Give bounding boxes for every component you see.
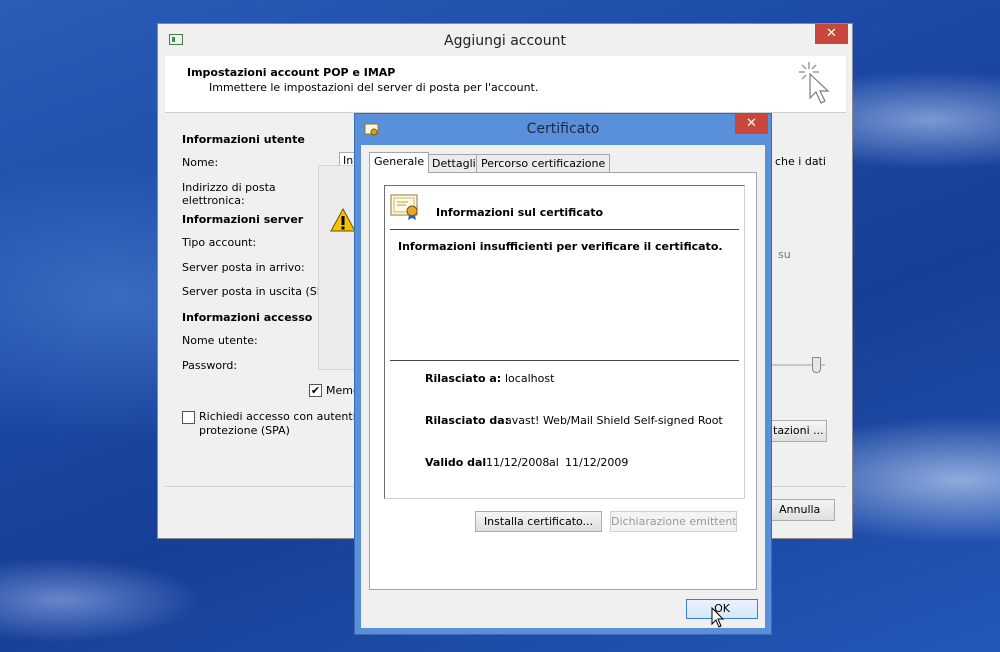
- certificate-dialog: Certificato ✕ Generale Dettagli Percorso…: [354, 113, 772, 635]
- close-button[interactable]: ✕: [815, 24, 848, 44]
- certificate-icon: [390, 194, 418, 220]
- warning-text: Informazioni insufficienti per verificar…: [398, 240, 723, 253]
- outgoing-server-label: Server posta in uscita (SMT: [182, 285, 319, 298]
- certificate-info-box: Informazioni sul certificato Informazion…: [384, 185, 745, 499]
- username-label: Nome utente:: [182, 334, 258, 347]
- background-panel: [318, 165, 355, 370]
- incoming-server-label: Server posta in arrivo:: [182, 261, 305, 274]
- mouse-cursor-icon: [711, 607, 725, 628]
- issued-by-label: Rilasciato da:: [425, 414, 510, 427]
- more-settings-button[interactable]: tazioni ...: [770, 420, 827, 442]
- tab-generale[interactable]: Generale: [369, 152, 430, 173]
- tab-percorso-certificazione[interactable]: Percorso certificazione: [476, 154, 611, 173]
- header-title: Impostazioni account POP e IMAP: [187, 66, 396, 79]
- warning-icon: [330, 207, 356, 232]
- valid-from: 11/12/2008: [486, 456, 550, 469]
- info-divider-bottom: [390, 360, 739, 361]
- account-type-label: Tipo account:: [182, 236, 257, 249]
- cancel-button[interactable]: Annulla: [770, 499, 835, 521]
- section-server-info: Informazioni server: [182, 213, 304, 226]
- spa-label-line1: Richiedi accesso con autentica: [199, 410, 369, 423]
- spa-label-line2: protezione (SPA): [199, 424, 290, 437]
- header-panel: Impostazioni account POP e IMAP Immetter…: [165, 56, 846, 113]
- issuer-statement-button[interactable]: Dichiarazione emittente: [610, 511, 737, 532]
- tab-dettagli[interactable]: Dettagli: [427, 154, 481, 173]
- valid-al: al: [549, 456, 559, 469]
- right-description-text: che i dati: [775, 155, 826, 168]
- right-hint-text: su: [778, 248, 791, 261]
- issued-by-value: avast! Web/Mail Shield Self-signed Root: [505, 414, 723, 427]
- issued-to-value: localhost: [505, 372, 555, 385]
- section-access-info: Informazioni accesso: [182, 311, 313, 324]
- certificate-title: Certificato: [526, 121, 600, 137]
- email-label: Indirizzo di posta elettronica:: [182, 181, 276, 207]
- certificate-body: Generale Dettagli Percorso certificazion…: [361, 145, 765, 628]
- info-divider-top: [390, 229, 739, 230]
- slider-thumb[interactable]: [812, 357, 821, 373]
- spa-checkbox[interactable]: [182, 411, 195, 424]
- window-title: Aggiungi account: [444, 33, 566, 49]
- certificate-close-button[interactable]: ✕: [735, 114, 768, 134]
- general-tab-panel: Informazioni sul certificato Informazion…: [369, 172, 757, 590]
- remember-password-checkbox[interactable]: ✔: [309, 384, 322, 397]
- header-subtitle: Immettere le impostazioni del server di …: [209, 81, 539, 94]
- name-label: Nome:: [182, 156, 219, 169]
- password-label: Password:: [182, 359, 238, 372]
- section-user-info: Informazioni utente: [182, 133, 305, 146]
- valid-to: 11/12/2009: [565, 456, 629, 469]
- install-certificate-button[interactable]: Installa certificato...: [475, 511, 602, 532]
- info-title: Informazioni sul certificato: [436, 206, 604, 219]
- issued-to-label: Rilasciato a:: [425, 372, 502, 385]
- valid-label: Valido dal: [425, 456, 487, 469]
- wand-cursor-icon: [799, 62, 830, 104]
